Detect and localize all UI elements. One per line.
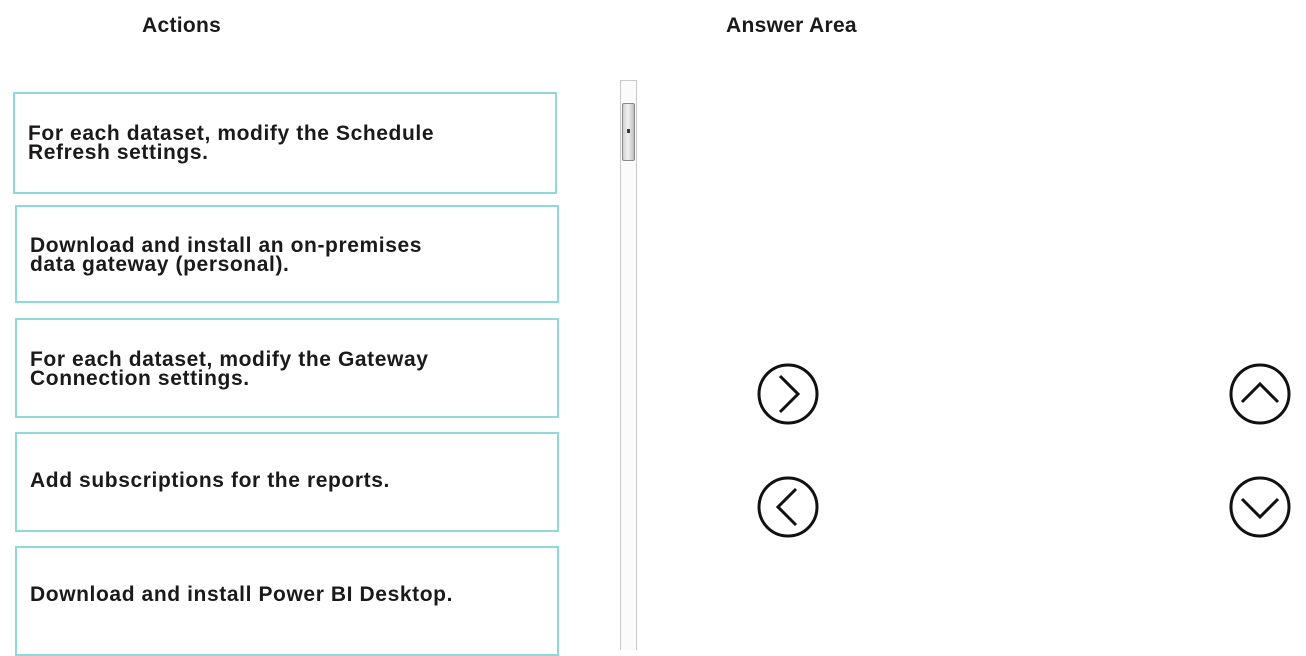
action-item-modify-gateway-connection[interactable]: For each dataset, modify the Gateway Con… [15,318,559,418]
action-item-text-line: Add subscriptions for the reports. [30,469,390,492]
answer-area-heading: Answer Area [726,14,857,37]
chevron-left-circle-icon [757,476,819,538]
actions-heading: Actions [142,14,222,37]
action-item-modify-schedule-refresh[interactable]: For each dataset, modify the Schedule Re… [13,92,557,194]
scrollbar-thumb[interactable] [622,103,635,161]
chevron-up-circle-icon [1229,363,1291,425]
scrollbar-grip [627,129,630,133]
action-item-install-power-bi-desktop[interactable]: Download and install Power BI Desktop. [15,546,559,656]
actions-scrollbar[interactable] [620,80,637,650]
action-item-text-line: Connection settings. [30,367,250,390]
move-down-button[interactable] [1228,475,1292,539]
chevron-down-circle-icon [1229,476,1291,538]
action-item-add-subscriptions[interactable]: Add subscriptions for the reports. [15,432,559,532]
move-right-button[interactable] [756,362,820,426]
chevron-right-circle-icon [757,363,819,425]
move-left-button[interactable] [756,475,820,539]
move-up-button[interactable] [1228,362,1292,426]
action-item-text-line: Download and install Power BI Desktop. [30,583,454,606]
action-item-text-line: data gateway (personal). [30,253,290,276]
action-item-install-gateway[interactable]: Download and install an on-premises data… [15,205,559,303]
action-item-text-line: Refresh settings. [28,141,209,164]
